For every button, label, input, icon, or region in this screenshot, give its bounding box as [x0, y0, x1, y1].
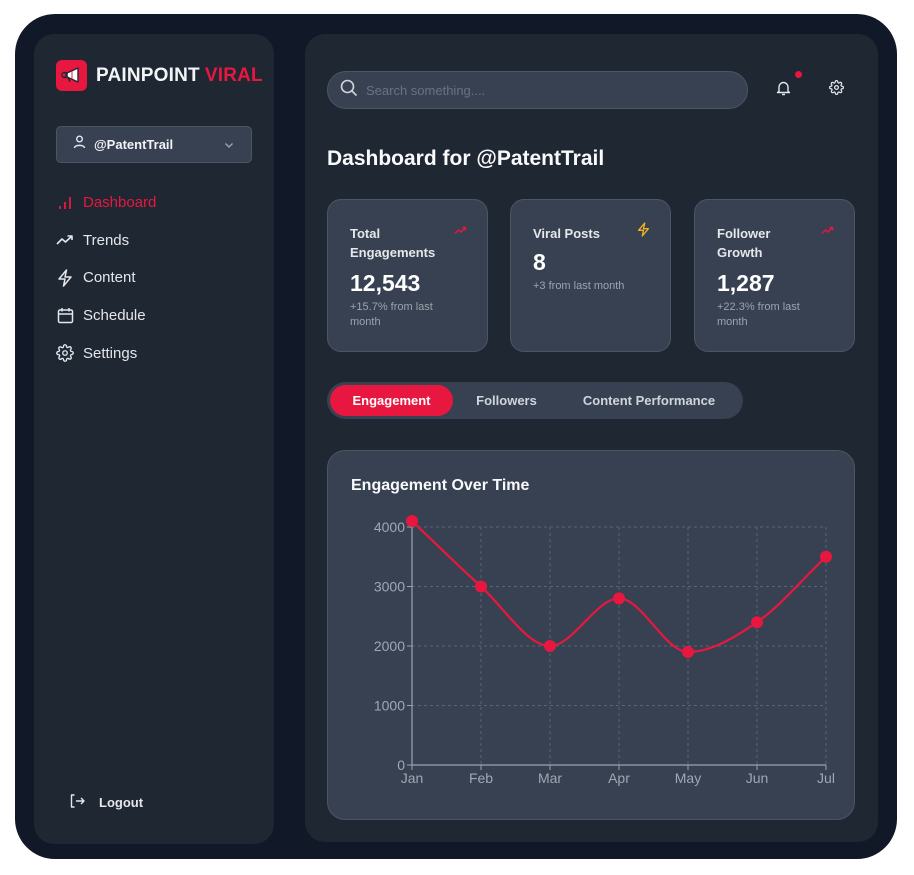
- sidebar: PAINPOINT VIRAL @PatentTrail Dashboard Tr…: [34, 34, 274, 844]
- stat-subtitle: +3 from last month: [533, 280, 625, 292]
- brand-name: PAINPOINT VIRAL: [96, 64, 263, 86]
- data-point: [406, 515, 418, 528]
- x-tick-label: May: [675, 770, 701, 786]
- megaphone-icon: [56, 60, 87, 91]
- calendar-icon: [55, 306, 75, 326]
- gear-icon: [828, 80, 844, 100]
- data-point: [820, 550, 832, 563]
- sidebar-item-dashboard[interactable]: Dashboard: [55, 184, 156, 222]
- y-tick-label: 3000: [374, 579, 405, 595]
- y-tick-label: 4000: [374, 519, 405, 535]
- x-tick-label: Apr: [608, 770, 630, 786]
- x-tick-label: Feb: [469, 770, 493, 786]
- chevron-down-icon: [223, 138, 235, 156]
- stat-value: 1,287: [717, 270, 775, 296]
- x-tick-label: Jun: [746, 770, 769, 786]
- x-tick-label: Mar: [538, 770, 562, 786]
- gear-icon: [55, 343, 75, 363]
- stat-card-follower-growth: Follower Growth 1,287 +22.3% from last m…: [694, 199, 855, 352]
- logout-icon: [70, 794, 85, 811]
- trending-up-icon: [454, 222, 467, 240]
- y-tick-label: 1000: [374, 698, 405, 714]
- user-icon: [73, 135, 86, 154]
- tab-engagement[interactable]: Engagement: [330, 385, 453, 416]
- tab-followers[interactable]: Followers: [453, 385, 560, 416]
- stat-subtitle: +15.7% from last month: [350, 301, 433, 328]
- stat-value: 12,543: [350, 270, 421, 296]
- lightning-icon: [637, 222, 650, 242]
- stat-title: Viral Posts: [533, 226, 600, 241]
- main-panel: Dashboard for @PatentTrail Total Engagem…: [305, 34, 878, 842]
- bar-chart-icon: [55, 193, 75, 213]
- engagement-line-chart: 01000200030004000Jan Feb Mar Apr May Jun Jul: [374, 515, 835, 786]
- stat-title: Follower Growth: [717, 226, 771, 260]
- trending-up-icon: [821, 222, 834, 240]
- sidebar-nav: Dashboard Trends Content Schedule Settin…: [55, 184, 156, 372]
- data-point: [475, 580, 487, 593]
- tab-content-performance[interactable]: Content Performance: [560, 385, 738, 416]
- lightning-icon: [55, 268, 75, 288]
- logo: PAINPOINT VIRAL: [56, 60, 263, 91]
- sidebar-item-trends[interactable]: Trends: [55, 222, 156, 260]
- sidebar-item-schedule[interactable]: Schedule: [55, 297, 156, 335]
- trending-up-icon: [55, 230, 75, 250]
- bell-icon: [776, 80, 791, 101]
- stat-subtitle: +22.3% from last month: [717, 301, 800, 328]
- engagement-chart-card: Engagement Over Time 0 1000 2000 3000 4000 Ja…: [327, 450, 855, 820]
- search-bar[interactable]: [327, 71, 748, 109]
- notification-badge: [795, 71, 802, 78]
- stat-card-total-engagements: Total Engagements 12,543 +15.7% from las…: [327, 199, 488, 352]
- page-title: Dashboard for @PatentTrail: [327, 147, 605, 170]
- search-input[interactable]: [366, 82, 726, 98]
- sidebar-item-content[interactable]: Content: [55, 259, 156, 297]
- stat-value: 8: [533, 249, 546, 275]
- settings-button[interactable]: [824, 78, 848, 102]
- account-handle: @PatentTrail: [94, 137, 174, 152]
- stat-title: Total Engagements: [350, 226, 436, 260]
- logout-button[interactable]: Logout: [70, 794, 143, 811]
- x-tick-label: Jan: [401, 770, 424, 786]
- x-tick-label: Jul: [817, 770, 835, 786]
- account-selector[interactable]: @PatentTrail: [56, 126, 252, 163]
- chart-tabs: Engagement Followers Content Performance: [327, 382, 743, 419]
- notifications-button[interactable]: [771, 78, 795, 102]
- data-point: [544, 640, 556, 652]
- stat-card-viral-posts: Viral Posts 8 +3 from last month: [510, 199, 671, 352]
- data-point: [682, 645, 694, 658]
- y-tick-label: 2000: [374, 638, 405, 654]
- data-point: [613, 592, 625, 605]
- sidebar-item-settings[interactable]: Settings: [55, 334, 156, 372]
- data-point: [751, 616, 763, 629]
- search-icon: [340, 79, 358, 102]
